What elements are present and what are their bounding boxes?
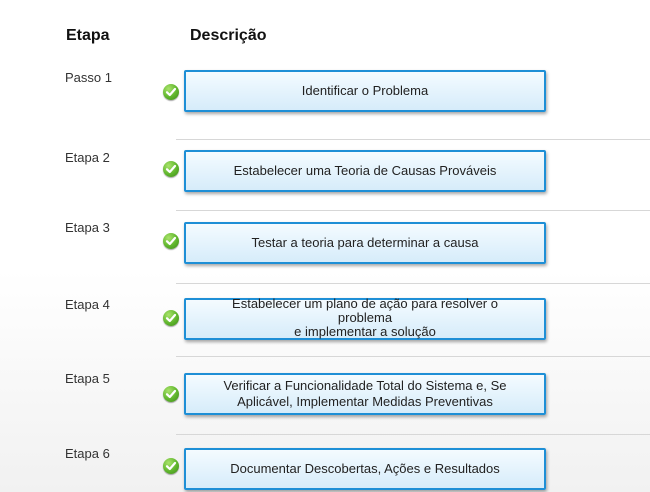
description-text-6: Documentar Descobertas, Ações e Resultad… <box>230 461 500 476</box>
header-step: Etapa <box>66 27 110 44</box>
description-box-1[interactable]: Identificar o Problema <box>184 70 546 112</box>
step-label-5: Etapa 5 <box>65 371 110 386</box>
check-icon <box>163 233 179 249</box>
step-label-1: Passo 1 <box>65 70 112 85</box>
row-separator <box>176 434 650 435</box>
description-text-4: Estabelecer um plano de ação para resolv… <box>232 296 498 339</box>
description-text-2: Estabelecer uma Teoria de Causas Prováve… <box>233 163 497 178</box>
step-label-4: Etapa 4 <box>65 297 110 312</box>
step-label-6: Etapa 6 <box>65 446 110 461</box>
step-label-3: Etapa 3 <box>65 220 110 235</box>
description-text-1: Identificar o Problema <box>301 83 429 98</box>
description-text-3: Testar a teoria para determinar a causa <box>251 235 479 250</box>
description-box-3[interactable]: Testar a teoria para determinar a causa <box>184 222 546 264</box>
description-box-4[interactable]: Estabelecer um plano de ação para resolv… <box>184 296 546 340</box>
check-icon <box>163 458 179 474</box>
header-description: Descrição <box>190 27 267 44</box>
description-box-6[interactable]: Documentar Descobertas, Ações e Resultad… <box>184 448 546 490</box>
description-box-2[interactable]: Estabelecer uma Teoria de Causas Prováve… <box>184 150 546 192</box>
row-separator <box>176 283 650 284</box>
step-label-2: Etapa 2 <box>65 150 110 165</box>
row-separator <box>176 139 650 140</box>
check-icon <box>163 161 179 177</box>
check-icon <box>163 84 179 100</box>
description-box-5[interactable]: Verificar a Funcionalidade Total do Sist… <box>184 373 546 415</box>
description-text-5: Verificar a Funcionalidade Total do Sist… <box>223 378 507 409</box>
check-icon <box>163 386 179 402</box>
check-icon <box>163 310 179 326</box>
row-separator <box>176 356 650 357</box>
row-separator <box>176 210 650 211</box>
